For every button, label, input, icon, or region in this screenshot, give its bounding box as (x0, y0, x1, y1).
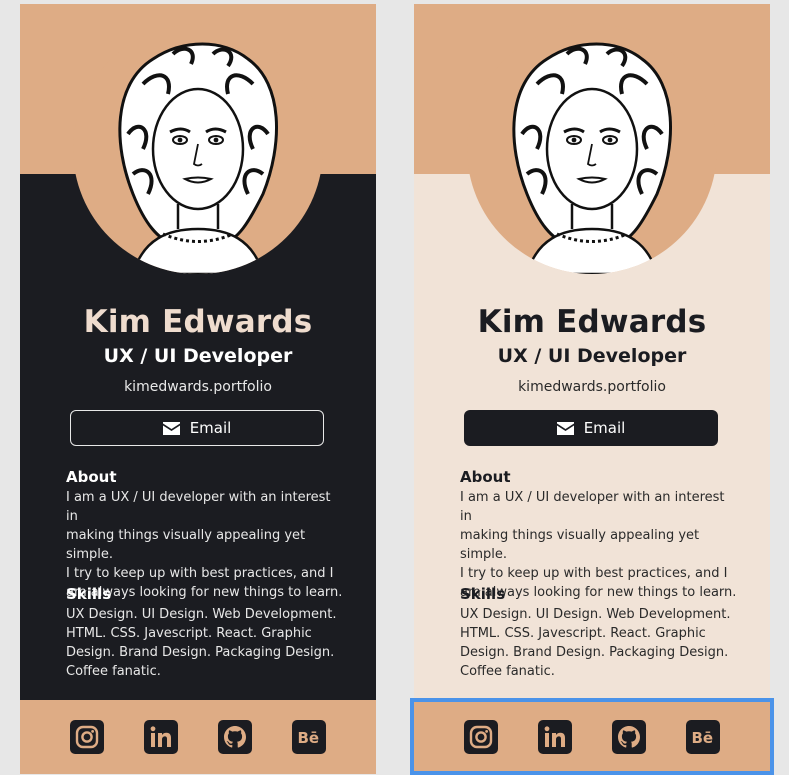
profile-name: Kim Edwards (83, 304, 313, 340)
profile-card-light: Kim Edwards UX / UI Developer kimedwards… (414, 4, 770, 774)
email-button-label: Email (189, 419, 232, 437)
instagram-icon[interactable] (464, 720, 498, 754)
skills-title: Skills (66, 585, 112, 603)
social-footer: Bē (414, 700, 770, 774)
instagram-icon[interactable] (70, 720, 104, 754)
profile-card-dark: Kim Edwards UX / UI Developer kimedwards… (20, 4, 376, 774)
github-icon[interactable] (218, 720, 252, 754)
svg-text:Bē: Bē (692, 729, 714, 747)
svg-text:Bē: Bē (298, 729, 320, 747)
linkedin-icon[interactable] (144, 720, 178, 754)
github-icon[interactable] (612, 720, 646, 754)
behance-icon[interactable]: Bē (686, 720, 720, 754)
website-link[interactable]: kimedwards.portfolio (20, 379, 376, 395)
profile-role: UX / UI Developer (103, 345, 293, 367)
email-button[interactable]: Email (70, 410, 324, 446)
email-button-label: Email (583, 419, 626, 437)
mail-icon (162, 421, 180, 435)
avatar (73, 24, 323, 274)
skills-text: UX Design. UI Design. Web Development. H… (66, 607, 337, 679)
linkedin-icon[interactable] (538, 720, 572, 754)
website-link[interactable]: kimedwards.portfolio (414, 379, 770, 395)
about-title: About (66, 468, 117, 486)
about-title: About (460, 468, 511, 486)
profile-name: Kim Edwards (477, 304, 707, 340)
mail-icon (556, 421, 574, 435)
skills-title: Skills (460, 585, 506, 603)
behance-icon[interactable]: Bē (292, 720, 326, 754)
email-button[interactable]: Email (464, 410, 718, 446)
social-footer: Bē (20, 700, 376, 774)
profile-role: UX / UI Developer (497, 345, 687, 367)
skills-text: UX Design. UI Design. Web Development. H… (460, 607, 731, 679)
avatar (467, 24, 717, 274)
